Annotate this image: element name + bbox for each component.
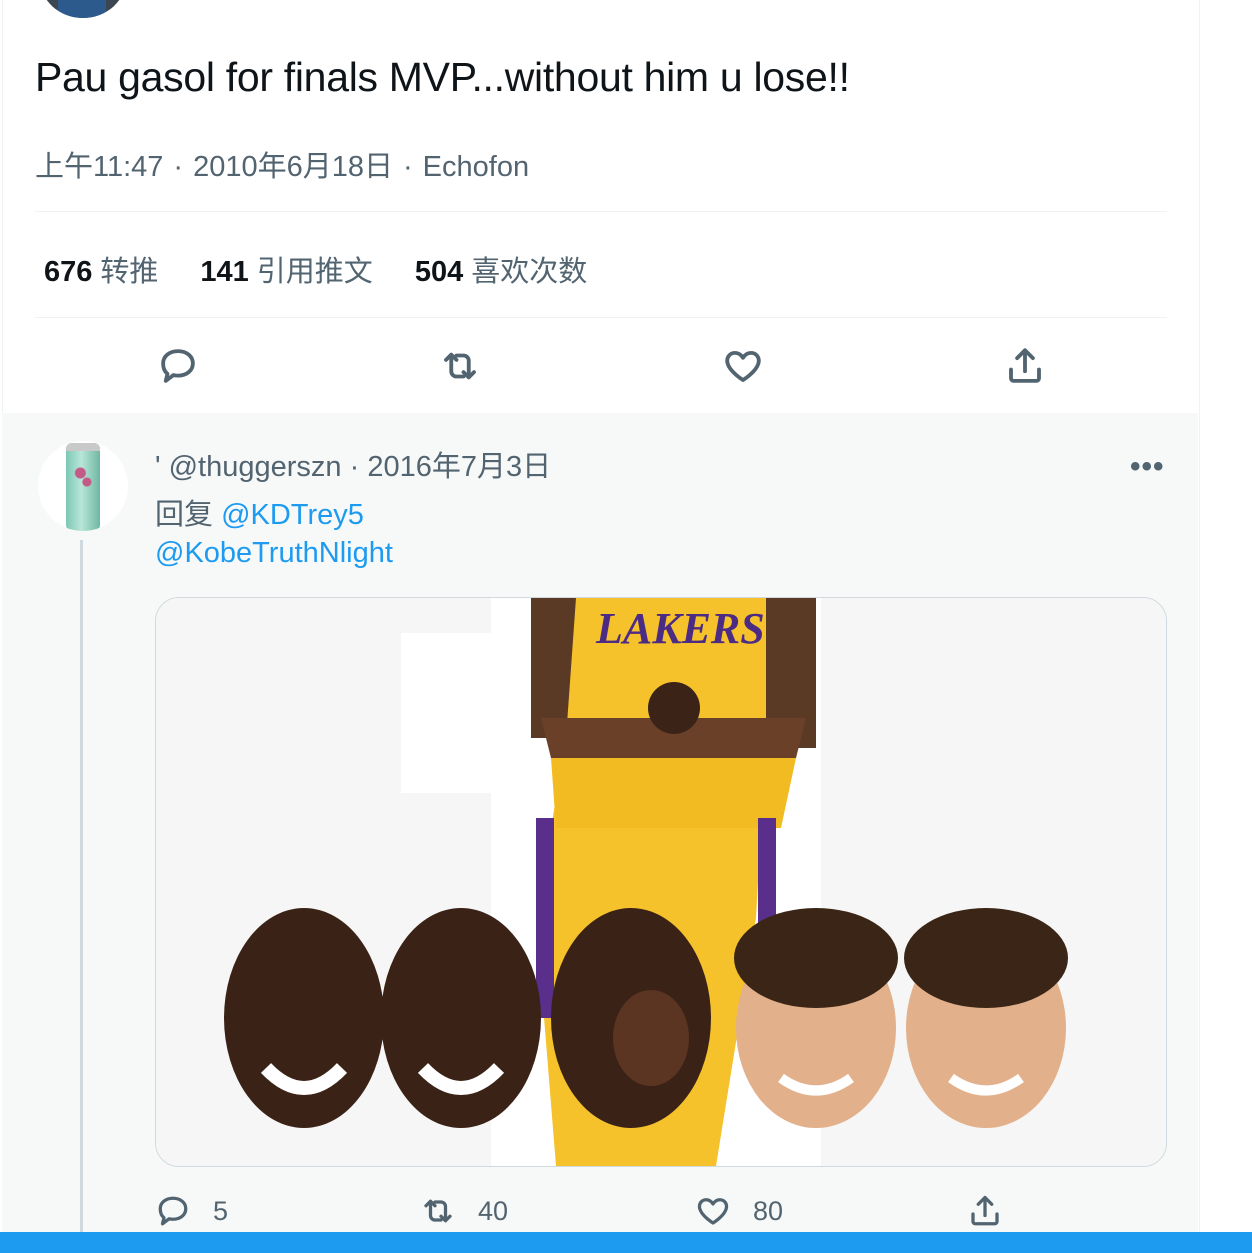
retweet-button[interactable] (434, 340, 486, 392)
like-icon (725, 350, 761, 382)
quotes-label: 引用推文 (256, 256, 373, 288)
bottom-bar (0, 1232, 1252, 1253)
tweet-actions (0, 340, 1196, 392)
meme-image: LAKERS (156, 598, 1166, 1166)
reply-media-image[interactable]: LAKERS (155, 597, 1167, 1167)
reply-separator: · (349, 451, 360, 483)
retweets-label: 转推 (100, 256, 159, 288)
reply-header: ' @thuggerszn · 2016年7月3日 (155, 443, 551, 485)
reply-prefix: ' (155, 451, 161, 483)
replying-label: 回复 (155, 499, 214, 531)
retweets-stat[interactable]: 676 转推 (44, 248, 158, 290)
meta-separator-2: · (403, 151, 413, 183)
reply-avatar[interactable] (38, 441, 128, 531)
tweet-source[interactable]: Echofon (423, 151, 529, 184)
reply-icon (158, 1196, 188, 1226)
arizona-can-image (66, 443, 100, 531)
quotes-stat[interactable]: 141 引用推文 (200, 248, 372, 290)
reply-date[interactable]: 2016年7月3日 (367, 451, 551, 483)
share-button[interactable] (999, 340, 1051, 392)
retweet-count: 40 (478, 1195, 509, 1226)
likes-count: 504 (414, 256, 464, 288)
reply-count: 5 (213, 1195, 229, 1226)
tweet-text: Pau gasol for finals MVP...without him u… (35, 54, 850, 100)
divider-2 (35, 317, 1167, 318)
share-icon (971, 1195, 999, 1226)
reply-handle[interactable]: @thuggerszn (169, 451, 342, 483)
tweet-stats: 676 转推 141 引用推文 504 喜欢次数 (44, 248, 629, 290)
likes-stat[interactable]: 504 喜欢次数 (415, 248, 587, 290)
retweet-icon (424, 1199, 452, 1223)
reply-like-button[interactable]: 80 (695, 1193, 783, 1229)
quotes-count: 141 (200, 256, 249, 288)
mention-link-wrap: @KobeTruthNlight (155, 537, 393, 570)
tweet-date[interactable]: 2010年6月18日 (193, 143, 393, 185)
retweet-icon (444, 352, 476, 380)
more-options-icon[interactable]: ••• (1130, 450, 1165, 484)
reply-reply-button[interactable]: 5 (155, 1193, 228, 1229)
tweet-meta: 上午11:47 · 2010年6月18日 · Echofon (35, 143, 529, 185)
like-button[interactable] (717, 340, 769, 392)
lakers-wordmark: LAKERS (595, 604, 765, 653)
replying-to-link[interactable]: @KDTrey5 (221, 499, 364, 531)
tweet-time[interactable]: 上午11:47 (35, 143, 163, 185)
divider (35, 211, 1167, 212)
share-icon (1009, 348, 1041, 383)
mention-link[interactable]: @KobeTruthNlight (155, 537, 393, 569)
reply-button[interactable] (152, 340, 204, 392)
like-count: 80 (753, 1195, 784, 1226)
replying-to: 回复 @KDTrey5 (155, 491, 364, 533)
meta-separator: · (173, 151, 184, 183)
reply-retweet-button[interactable]: 40 (420, 1193, 508, 1229)
reply-icon (161, 349, 195, 383)
retweets-count: 676 (44, 256, 93, 288)
thread-line (80, 540, 83, 1253)
reply-share-button[interactable] (967, 1193, 1003, 1229)
reply-actions: 5 40 80 (0, 1193, 1196, 1233)
likes-label: 喜欢次数 (471, 256, 588, 288)
like-icon (697, 1198, 729, 1225)
